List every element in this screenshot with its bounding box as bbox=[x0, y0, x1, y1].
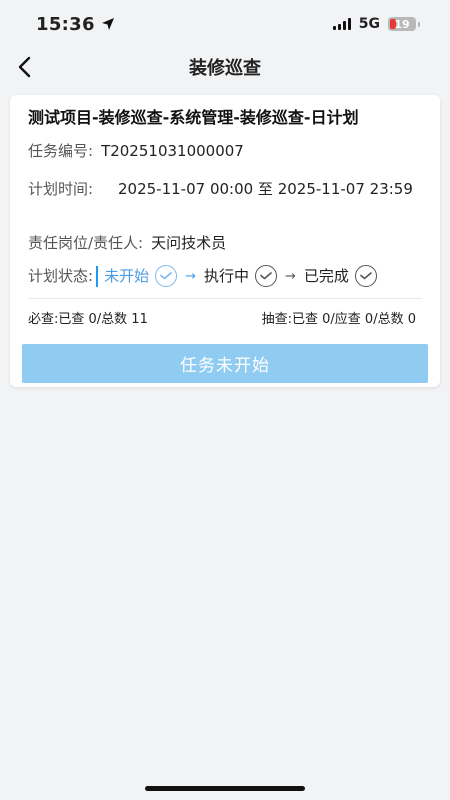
responsible-person: 天问技术员 bbox=[151, 234, 227, 252]
status-step-label: 未开始 bbox=[104, 266, 150, 285]
home-indicator bbox=[145, 786, 305, 791]
status-time: 15:36 bbox=[36, 13, 95, 35]
page-title: 装修巡查 bbox=[189, 58, 261, 79]
location-arrow-icon bbox=[101, 18, 114, 30]
arrow-right-icon: → bbox=[185, 268, 196, 284]
battery-tip bbox=[418, 21, 420, 27]
task-title: 测试项目-装修巡查-系统管理-装修巡查-日计划 bbox=[28, 108, 359, 127]
nav-bar: 装修巡查 bbox=[0, 48, 450, 86]
spot-check-count: 抽查:已查 0/应查 0/总数 0 bbox=[261, 312, 416, 327]
check-circle-icon bbox=[354, 265, 377, 287]
status-step-completed: 已完成 bbox=[304, 265, 377, 287]
battery-level: 19 bbox=[394, 17, 410, 31]
task-not-started-button[interactable]: 任务未开始 bbox=[22, 344, 428, 383]
status-time-group: 15:36 bbox=[36, 14, 115, 35]
divider bbox=[28, 298, 422, 299]
responsible-row: 责任岗位/责任人: 天问技术员 bbox=[28, 233, 226, 254]
network-type: 5G bbox=[358, 16, 380, 32]
status-step-in-progress: 执行中 bbox=[204, 265, 277, 287]
check-circle-icon bbox=[155, 265, 178, 287]
task-number-label: 任务编号: bbox=[28, 142, 94, 160]
task-number-row: 任务编号: T20251031000007 bbox=[28, 141, 244, 162]
status-indicators: 5G 19 bbox=[332, 16, 420, 32]
chevron-left-icon bbox=[18, 56, 31, 78]
signal-icon bbox=[332, 18, 351, 30]
plan-time-value: 2025-11-07 00:00 至 2025-11-07 23:59 bbox=[118, 180, 413, 198]
plan-time-label: 计划时间: bbox=[28, 180, 94, 198]
arrow-right-icon: → bbox=[285, 268, 296, 284]
responsible-label: 责任岗位/责任人: bbox=[28, 234, 144, 252]
required-check-count: 必查:已查 0/总数 11 bbox=[28, 312, 148, 327]
task-number: T20251031000007 bbox=[101, 142, 244, 160]
battery-icon: 19 bbox=[388, 17, 416, 31]
back-button[interactable] bbox=[8, 50, 42, 84]
check-counts: 必查:已查 0/总数 11 抽查:已查 0/应查 0/总数 0 bbox=[28, 308, 416, 327]
plan-status-row: 计划状态: 未开始 → 执行中 → 已完成 bbox=[28, 265, 377, 287]
status-bar: 15:36 5G 19 bbox=[0, 0, 450, 48]
check-circle-icon bbox=[255, 265, 277, 287]
status-step-label: 已完成 bbox=[303, 266, 349, 285]
plan-time-row: 计划时间: 2025-11-07 00:00 至 2025-11-07 23:5… bbox=[28, 179, 418, 200]
plan-status-label: 计划状态: bbox=[28, 265, 99, 287]
status-step-not-started: 未开始 bbox=[104, 265, 178, 287]
status-step-label: 执行中 bbox=[203, 266, 249, 285]
task-card[interactable]: 测试项目-装修巡查-系统管理-装修巡查-日计划 任务编号: T2025103100… bbox=[10, 95, 440, 387]
